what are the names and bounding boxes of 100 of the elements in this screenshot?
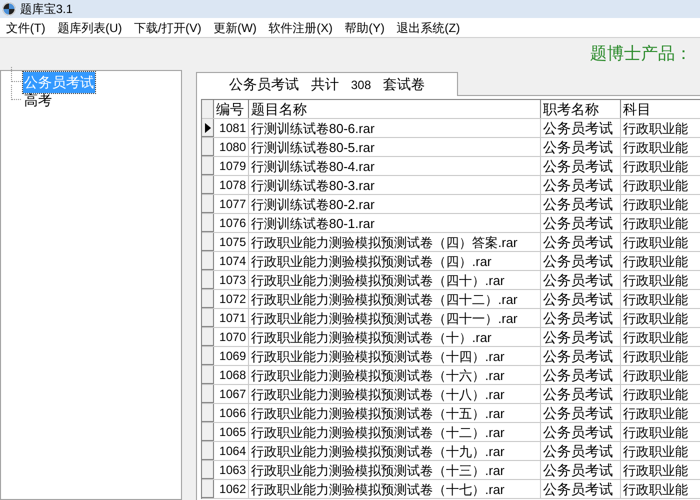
menu-item[interactable]: 下载/打开(V) [128, 18, 208, 36]
table-cell: 1062 [214, 480, 249, 498]
table-cell: 行政职业能 [621, 138, 700, 156]
table-cell: 行政职业能 [621, 233, 700, 251]
table-cell: 公务员考试 [541, 119, 621, 137]
total-label: 共计 [311, 75, 339, 94]
table-cell: 公务员考试 [541, 214, 621, 232]
table-cell: 公务员考试 [541, 195, 621, 213]
table-cell: 公务员考试 [541, 290, 621, 308]
table-cell: 行政职业能 [621, 252, 700, 270]
unit-label: 套试卷 [383, 75, 426, 94]
brand-label: 题博士产品： [590, 43, 692, 66]
column-header[interactable]: 题目名称 [249, 100, 541, 118]
table-cell: 行政职业能 [621, 176, 700, 194]
table-cell: 行测训练试卷80-3.rar [249, 176, 541, 194]
table-cell: 行政职业能力测验模拟预测试卷（四十）.rar [249, 271, 541, 289]
table-cell: 行政职业能力测验模拟预测试卷（十三）.rar [249, 461, 541, 479]
table-cell: 行测训练试卷80-1.rar [249, 214, 541, 232]
table-cell: 行政职业能 [621, 404, 700, 422]
table-cell: 行政职业能 [621, 423, 700, 441]
table-cell: 公务员考试 [541, 271, 621, 289]
column-header[interactable]: 编号 [214, 100, 249, 118]
table-cell: 公务员考试 [541, 480, 621, 498]
table-cell: 1079 [214, 157, 249, 175]
table-cell: 1073 [214, 271, 249, 289]
table-cell: 行测训练试卷80-4.rar [249, 157, 541, 175]
table-cell: 公务员考试 [541, 461, 621, 479]
table-cell: 1078 [214, 176, 249, 194]
table-cell: 1072 [214, 290, 249, 308]
table-cell: 行测训练试卷80-6.rar [249, 119, 541, 137]
table-cell: 行政职业能力测验模拟预测试卷（十六）.rar [249, 366, 541, 384]
table-cell: 行政职业能力测验模拟预测试卷（四十二）.rar [249, 290, 541, 308]
table-cell: 1071 [214, 309, 249, 327]
tree-item[interactable]: 高考 [23, 90, 53, 110]
table-cell: 公务员考试 [541, 385, 621, 403]
table-cell: 1066 [214, 404, 249, 422]
table-cell: 公务员考试 [541, 366, 621, 384]
count-label: 308 [351, 76, 372, 94]
table-cell: 行政职业能力测验模拟预测试卷（十五）.rar [249, 404, 541, 422]
table-cell: 1081 [214, 119, 249, 137]
table-cell: 公务员考试 [541, 423, 621, 441]
table-cell: 公务员考试 [541, 252, 621, 270]
table-cell: 行政职业能 [621, 119, 700, 137]
table-cell: 1075 [214, 233, 249, 251]
menu-item[interactable]: 文件(T) [0, 18, 52, 36]
table-cell: 1080 [214, 138, 249, 156]
table-cell: 1065 [214, 423, 249, 441]
table-cell: 行政职业能 [621, 461, 700, 479]
tab-category-label: 公务员考试 [229, 75, 299, 94]
menu-item[interactable]: 帮助(Y) [338, 18, 391, 36]
table-cell: 公务员考试 [541, 328, 621, 346]
table-cell: 行政职业能 [621, 366, 700, 384]
table-cell: 行政职业能 [621, 290, 700, 308]
table-cell: 公务员考试 [541, 347, 621, 365]
table-cell: 行政职业能 [621, 385, 700, 403]
table-cell: 1063 [214, 461, 249, 479]
row-indicator[interactable] [202, 119, 214, 137]
table-cell: 行政职业能力测验模拟预测试卷（十九）.rar [249, 442, 541, 460]
table-cell: 公务员考试 [541, 138, 621, 156]
table-cell: 公务员考试 [541, 309, 621, 327]
menu-item[interactable]: 软件注册(X) [262, 18, 339, 36]
table-cell: 行测训练试卷80-2.rar [249, 195, 541, 213]
table-cell: 行政职业能力测验模拟预测试卷（十七）.rar [249, 480, 541, 498]
table-cell: 行政职业能 [621, 328, 700, 346]
menu-item[interactable]: 更新(W) [207, 18, 263, 36]
table-cell: 公务员考试 [541, 442, 621, 460]
table-cell: 公务员考试 [541, 233, 621, 251]
table-cell: 1074 [214, 252, 249, 270]
app-logo-icon [2, 2, 16, 16]
table-cell: 公务员考试 [541, 176, 621, 194]
table-cell: 行政职业能力测验模拟预测试卷（四）.rar [249, 252, 541, 270]
menu-item[interactable]: 退出系统(Z) [390, 18, 466, 36]
table-cell: 行政职业能 [621, 195, 700, 213]
table-cell: 1069 [214, 347, 249, 365]
table-cell: 1076 [214, 214, 249, 232]
table-cell: 行政职业能力测验模拟预测试卷（十四）.rar [249, 347, 541, 365]
window-title: 题库宝3.1 [20, 1, 73, 18]
category-tab[interactable]: 公务员考试 共计 308 套试卷 [196, 72, 458, 96]
table-cell: 1068 [214, 366, 249, 384]
table-cell: 行政职业能 [621, 214, 700, 232]
table-cell: 行测训练试卷80-5.rar [249, 138, 541, 156]
current-row-icon [204, 122, 210, 132]
table-cell: 1077 [214, 195, 249, 213]
table-cell: 1070 [214, 328, 249, 346]
table-cell: 行政职业能力测验模拟预测试卷（十）.rar [249, 328, 541, 346]
table-cell: 行政职业能力测验模拟预测试卷（十八）.rar [249, 385, 541, 403]
table-cell: 行政职业能 [621, 347, 700, 365]
table-cell: 行政职业能 [621, 442, 700, 460]
table-cell: 1067 [214, 385, 249, 403]
table-cell: 行政职业能 [621, 480, 700, 498]
menu-item[interactable]: 题库列表(U) [51, 18, 128, 36]
table-cell: 公务员考试 [541, 404, 621, 422]
table-cell: 1064 [214, 442, 249, 460]
table-cell: 行政职业能 [621, 309, 700, 327]
column-header[interactable]: 职考名称 [541, 100, 621, 118]
table-cell: 行政职业能力测验模拟预测试卷（十二）.rar [249, 423, 541, 441]
table-cell: 行政职业能 [621, 157, 700, 175]
table-cell: 公务员考试 [541, 157, 621, 175]
table-cell: 行政职业能力测验模拟预测试卷（四）答案.rar [249, 233, 541, 251]
table-cell: 行政职业能 [621, 271, 700, 289]
